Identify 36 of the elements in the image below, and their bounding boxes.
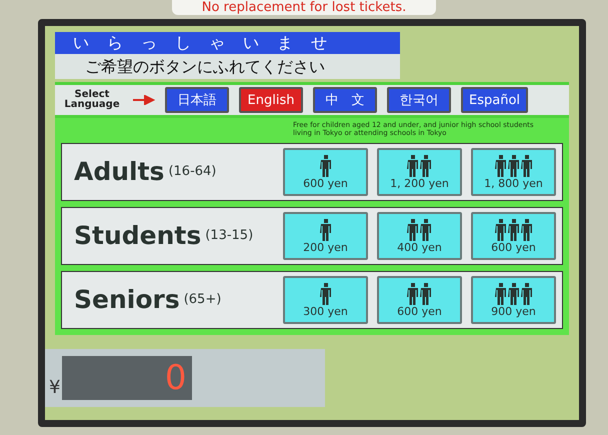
- age-range: (16-64): [168, 163, 216, 182]
- category-label: Seniors: [74, 284, 180, 316]
- age-range: (65+): [184, 291, 222, 310]
- people-icon: [494, 154, 532, 176]
- people-icon: [494, 218, 532, 240]
- people-icon: [407, 282, 432, 304]
- people-icon: [407, 154, 432, 176]
- fare-button[interactable]: 300 yen: [283, 276, 368, 324]
- category-label: Students: [74, 220, 202, 252]
- language-button[interactable]: English: [239, 87, 303, 113]
- people-icon: [320, 282, 332, 304]
- people-icon: [320, 218, 332, 240]
- fare-button[interactable]: 600 yen: [283, 148, 368, 196]
- fare-button[interactable]: 400 yen: [377, 212, 462, 260]
- people-icon: [407, 218, 432, 240]
- age-range: (13-15): [205, 227, 254, 246]
- instruction-text: ご希望のボタンにふれてください: [55, 54, 400, 79]
- amount-display: 0: [62, 356, 192, 400]
- greeting-banner: いらっしゃいませ: [55, 32, 400, 54]
- people-icon: [494, 282, 532, 304]
- people-icon: [320, 154, 332, 176]
- arrow-icon: [133, 95, 155, 105]
- category-label: Adults: [74, 156, 164, 188]
- language-prompt: Select Language: [63, 90, 121, 110]
- fare-button[interactable]: 900 yen: [471, 276, 556, 324]
- currency-symbol: ¥: [49, 376, 60, 400]
- fare-button[interactable]: 600 yen: [377, 276, 462, 324]
- fare-button[interactable]: 600 yen: [471, 212, 556, 260]
- language-button[interactable]: 日本語: [165, 87, 229, 113]
- notice-sticker: No replacement for lost tickets.: [172, 0, 436, 15]
- language-button[interactable]: 한국어: [387, 87, 451, 113]
- fare-button[interactable]: 1, 800 yen: [471, 148, 556, 196]
- language-button[interactable]: 中 文: [313, 87, 377, 113]
- fare-button[interactable]: 200 yen: [283, 212, 368, 260]
- fare-button[interactable]: 1, 200 yen: [377, 148, 462, 196]
- language-button[interactable]: Español: [461, 87, 528, 113]
